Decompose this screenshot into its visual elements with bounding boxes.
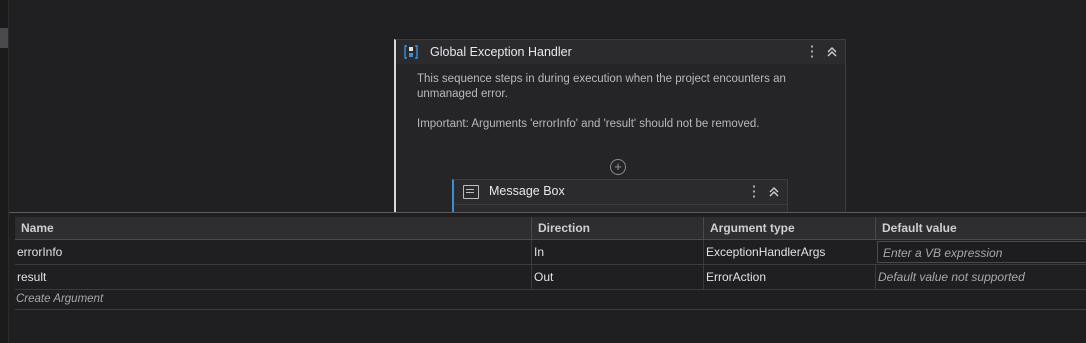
column-header-direction[interactable]: Direction [531, 217, 703, 239]
important-note: Important: Arguments 'errorInfo' and 're… [417, 118, 760, 130]
message-box-activity[interactable]: Message Box ⋮ [452, 179, 788, 214]
activity-collapse-icon[interactable] [766, 182, 782, 202]
create-argument-link[interactable]: Create Argument [16, 293, 103, 305]
argument-direction[interactable]: In [531, 240, 703, 264]
scroll-thumb[interactable] [0, 28, 8, 48]
left-panel-edge [0, 0, 9, 343]
arguments-panel: Name Direction Argument type Default val… [9, 212, 1086, 343]
activity-more-options-icon[interactable]: ⋮ [746, 182, 762, 202]
global-exception-handler-sequence[interactable]: Global Exception Handler ⋮ This sequence… [394, 39, 846, 214]
argument-name[interactable]: result [15, 265, 531, 289]
argument-type[interactable]: ErrorAction [703, 265, 875, 289]
message-box-icon [463, 185, 479, 199]
grid-header: Name Direction Argument type Default val… [15, 217, 1086, 240]
designer-canvas: Global Exception Handler ⋮ This sequence… [9, 0, 1086, 214]
column-header-default-value[interactable]: Default value [875, 217, 1086, 239]
sequence-icon [404, 45, 418, 59]
column-header-argument-type[interactable]: Argument type [703, 217, 875, 239]
more-options-icon[interactable]: ⋮ [804, 42, 820, 62]
column-header-name[interactable]: Name [15, 217, 531, 239]
activity-divider [454, 204, 787, 205]
sequence-title: Global Exception Handler [430, 45, 572, 59]
default-value-text: Default value not supported [875, 265, 1086, 289]
default-value-input[interactable]: Enter a VB expression [877, 241, 1086, 263]
table-row[interactable]: errorInfo In ExceptionHandlerArgs Enter … [15, 240, 1086, 265]
argument-type[interactable]: ExceptionHandlerArgs [703, 240, 875, 264]
sequence-header[interactable]: Global Exception Handler ⋮ [396, 40, 845, 64]
argument-direction[interactable]: Out [531, 265, 703, 289]
add-activity-icon[interactable]: + [610, 159, 626, 175]
create-argument-divider [15, 309, 1086, 310]
table-row[interactable]: result Out ErrorAction Default value not… [15, 265, 1086, 290]
collapse-icon[interactable] [824, 42, 840, 62]
sequence-description-line1: This sequence steps in during execution … [417, 73, 786, 85]
argument-name[interactable]: errorInfo [15, 240, 531, 264]
sequence-description-line2: unmanaged error. [417, 88, 508, 100]
activity-title: Message Box [489, 184, 565, 198]
